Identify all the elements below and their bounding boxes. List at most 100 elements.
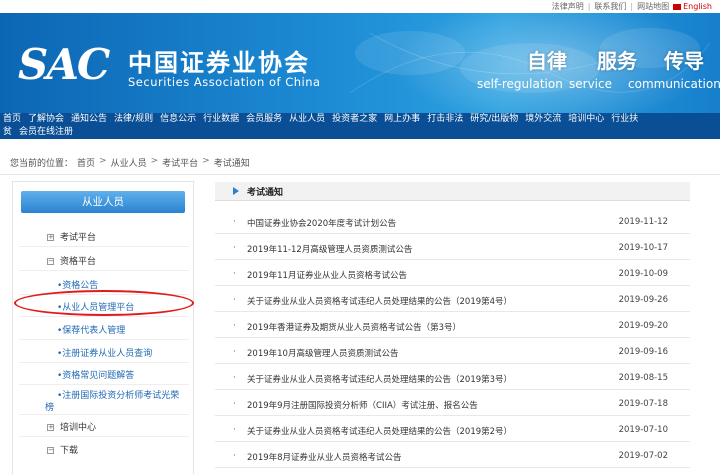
list-item[interactable]: · 关于证券业从业人员资格考试违纪人员处理结果的公告（2019第4号） 2019-0… bbox=[215, 286, 690, 312]
nav-item-poverty[interactable]: 行业扶 bbox=[608, 113, 642, 126]
english-link[interactable]: English bbox=[673, 2, 712, 11]
list-item[interactable]: · 关于证券业从业人员资格考试违纪人员处理结果的公告（2019第2号） 2019-0… bbox=[215, 416, 690, 442]
sidebar-subitem-qualification-notice[interactable]: •资格公告 bbox=[57, 278, 239, 291]
bullet-icon: · bbox=[233, 399, 236, 409]
breadcrumb-exam-platform[interactable]: 考试平台 bbox=[162, 156, 198, 169]
bullet-icon: · bbox=[233, 321, 236, 331]
news-title-link[interactable]: 2019年11月证券业从业人员资格考试公告 bbox=[247, 269, 407, 281]
sidebar-item-qualification-platform[interactable]: − 资格平台 bbox=[47, 254, 229, 267]
slogan-service: 服务 bbox=[597, 49, 637, 73]
nav-item-member-register[interactable]: 会员在线注册 bbox=[16, 126, 77, 139]
section-header: 考试通知 bbox=[215, 182, 690, 201]
divider bbox=[19, 316, 189, 317]
nav-item-anti-illegal[interactable]: 打击非法 bbox=[424, 113, 467, 126]
nav-item-disclosure[interactable]: 信息公示 bbox=[157, 113, 200, 126]
chevron-right-icon: > bbox=[99, 156, 107, 166]
nav-item-investors[interactable]: 投资者之家 bbox=[329, 113, 381, 126]
sidebar-subitem-sponsor-management[interactable]: •保荐代表人管理 bbox=[57, 323, 239, 336]
list-item[interactable]: · 关于证券业从业人员资格考试违纪人员处理结果的公告（2019第3号） 2019-0… bbox=[215, 364, 690, 390]
slogan-communication: 传导 bbox=[664, 49, 704, 73]
news-title-link[interactable]: 关于证券业从业人员资格考试违纪人员处理结果的公告（2019第3号） bbox=[247, 373, 512, 385]
list-item[interactable]: · 2019年香港证券及期货从业人员资格考试公告（第3号） 2019-09-20 bbox=[215, 312, 690, 338]
nav-item-practitioners[interactable]: 从业人员 bbox=[286, 113, 329, 126]
nav-row-2: 贫 会员在线注册 bbox=[0, 126, 720, 139]
list-item[interactable]: · 2019年10月高级管理人员资质测试公告 2019-09-16 bbox=[215, 338, 690, 364]
nav-item-notices[interactable]: 通知公告 bbox=[68, 113, 111, 126]
slogan-en-self-regulation: self-regulation bbox=[477, 77, 563, 91]
news-date: 2019-07-02 bbox=[618, 451, 668, 461]
collapse-icon[interactable]: − bbox=[47, 258, 54, 265]
news-title-link[interactable]: 2019年9月注册国际投资分析师（CIIA）考试注册、报名公告 bbox=[247, 399, 478, 411]
news-title-link[interactable]: 2019年11-12月高级管理人员资质测试公告 bbox=[247, 243, 412, 255]
news-title-link[interactable]: 中国证券业协会2020年度考试计划公告 bbox=[247, 217, 396, 229]
list-item[interactable]: · 2019年9月注册国际投资分析师（CIIA）考试注册、报名公告 2019-07-… bbox=[215, 390, 690, 416]
breadcrumb-home[interactable]: 首页 bbox=[77, 156, 95, 169]
slogan-en-communication: communication bbox=[628, 77, 720, 91]
news-title-link[interactable]: 2019年10月高级管理人员资质测试公告 bbox=[247, 347, 398, 359]
site-name-cn: 中国证券业协会 bbox=[128, 49, 310, 77]
news-title-link[interactable]: 关于证券业从业人员资格考试违纪人员处理结果的公告（2019第4号） bbox=[247, 295, 512, 307]
expand-icon[interactable]: + bbox=[47, 424, 54, 431]
nav-item-home[interactable]: 首页 bbox=[0, 113, 25, 126]
divider bbox=[19, 436, 189, 437]
triangle-right-icon bbox=[233, 187, 239, 195]
sidebar-item-training-center[interactable]: + 培训中心 bbox=[47, 420, 229, 433]
legal-link[interactable]: 法律声明 bbox=[552, 1, 584, 12]
bullet-icon: · bbox=[233, 347, 236, 357]
header-banner: SAC 中国证券业协会 Securities Association of Ch… bbox=[0, 13, 720, 113]
breadcrumb-prefix: 您当前的位置： bbox=[10, 159, 74, 169]
news-date: 2019-11-12 bbox=[618, 217, 668, 227]
main-nav: 首页 了解协会 通知公告 法律/规则 信息公示 行业数据 会员服务 从业人员 投… bbox=[0, 113, 720, 139]
news-title-link[interactable]: 关于证券业从业人员资格考试违纪人员处理结果的公告（2019第2号） bbox=[247, 425, 512, 437]
list-item[interactable]: · 2019年11-12月高级管理人员资质测试公告 2019-10-17 bbox=[215, 234, 690, 260]
sac-logo[interactable]: SAC bbox=[18, 40, 110, 89]
news-title-link[interactable]: 2019年8月证券业从业人员资格考试公告 bbox=[247, 451, 402, 463]
list-item[interactable]: · 2019年11月证券业从业人员资格考试公告 2019-10-09 bbox=[215, 260, 690, 286]
news-date: 2019-10-09 bbox=[618, 269, 668, 279]
nav-item-member-service[interactable]: 会员服务 bbox=[243, 113, 286, 126]
sidebar-subitem-ciia-honor-roll-cont[interactable]: 榜 bbox=[45, 400, 227, 413]
sidebar-subitem-registered-query[interactable]: •注册证券从业人员查询 bbox=[57, 346, 239, 359]
nav-item-data[interactable]: 行业数据 bbox=[200, 113, 243, 126]
nav-item-online-office[interactable]: 网上办事 bbox=[381, 113, 424, 126]
list-item[interactable]: · 中国证券业协会2020年度考试计划公告 2019-11-12 bbox=[215, 208, 690, 234]
sitemap-link[interactable]: 网站地图 bbox=[637, 1, 669, 12]
breadcrumb-practitioners[interactable]: 从业人员 bbox=[111, 156, 147, 169]
bullet-icon: · bbox=[233, 217, 236, 227]
breadcrumb-exam-notice[interactable]: 考试通知 bbox=[214, 156, 250, 169]
separator: | bbox=[630, 2, 634, 11]
sidebar-item-label: 培训中心 bbox=[60, 423, 97, 433]
divider bbox=[19, 270, 189, 271]
contact-link[interactable]: 联系我们 bbox=[594, 1, 626, 12]
nav-item-poverty-cont[interactable]: 贫 bbox=[0, 126, 16, 139]
sidebar-subitem-faq[interactable]: •资格常见问题解答 bbox=[57, 368, 239, 381]
world-map-decoration bbox=[349, 28, 711, 94]
nav-item-about[interactable]: 了解协会 bbox=[25, 113, 68, 126]
expand-icon[interactable]: + bbox=[47, 234, 54, 241]
news-date: 2019-09-26 bbox=[618, 295, 668, 305]
divider bbox=[19, 384, 189, 385]
news-title-link[interactable]: 2019年香港证券及期货从业人员资格考试公告（第3号） bbox=[247, 321, 461, 333]
highlight-oval-annotation bbox=[14, 290, 194, 316]
nav-item-research[interactable]: 研究/出版物 bbox=[467, 113, 522, 126]
sidebar-item-label: 资格平台 bbox=[60, 257, 97, 267]
collapse-icon[interactable]: − bbox=[47, 447, 54, 454]
nav-row-1: 首页 了解协会 通知公告 法律/规则 信息公示 行业数据 会员服务 从业人员 投… bbox=[0, 113, 720, 126]
utility-bar: 法律声明 | 联系我们 | 网站地图 English bbox=[0, 0, 720, 13]
sidebar-item-download[interactable]: − 下载 bbox=[47, 443, 229, 456]
breadcrumb: 您当前的位置： 首页 > 从业人员 > 考试平台 > 考试通知 bbox=[10, 156, 250, 169]
sidebar-title[interactable]: 从业人员 bbox=[21, 191, 185, 213]
bullet-icon: · bbox=[233, 425, 236, 435]
nav-item-training[interactable]: 培训中心 bbox=[565, 113, 608, 126]
sidebar: 从业人员 + 考试平台 − 资格平台 •资格公告 •从业人员管理平台 •保荐代表人管… bbox=[12, 181, 194, 474]
chevron-right-icon: > bbox=[202, 156, 210, 166]
slogan-self-regulation: 自律 bbox=[527, 49, 567, 73]
nav-item-laws[interactable]: 法律/规则 bbox=[111, 113, 157, 126]
sidebar-item-exam-platform[interactable]: + 考试平台 bbox=[47, 230, 229, 243]
news-date: 2019-08-15 bbox=[618, 373, 668, 383]
bullet-icon: · bbox=[233, 451, 236, 461]
bullet-icon: · bbox=[233, 295, 236, 305]
list-item[interactable]: · 2019年8月证券业从业人员资格考试公告 2019-07-02 bbox=[215, 442, 690, 468]
chevron-right-icon: > bbox=[150, 156, 159, 166]
nav-item-overseas[interactable]: 境外交流 bbox=[522, 113, 565, 126]
